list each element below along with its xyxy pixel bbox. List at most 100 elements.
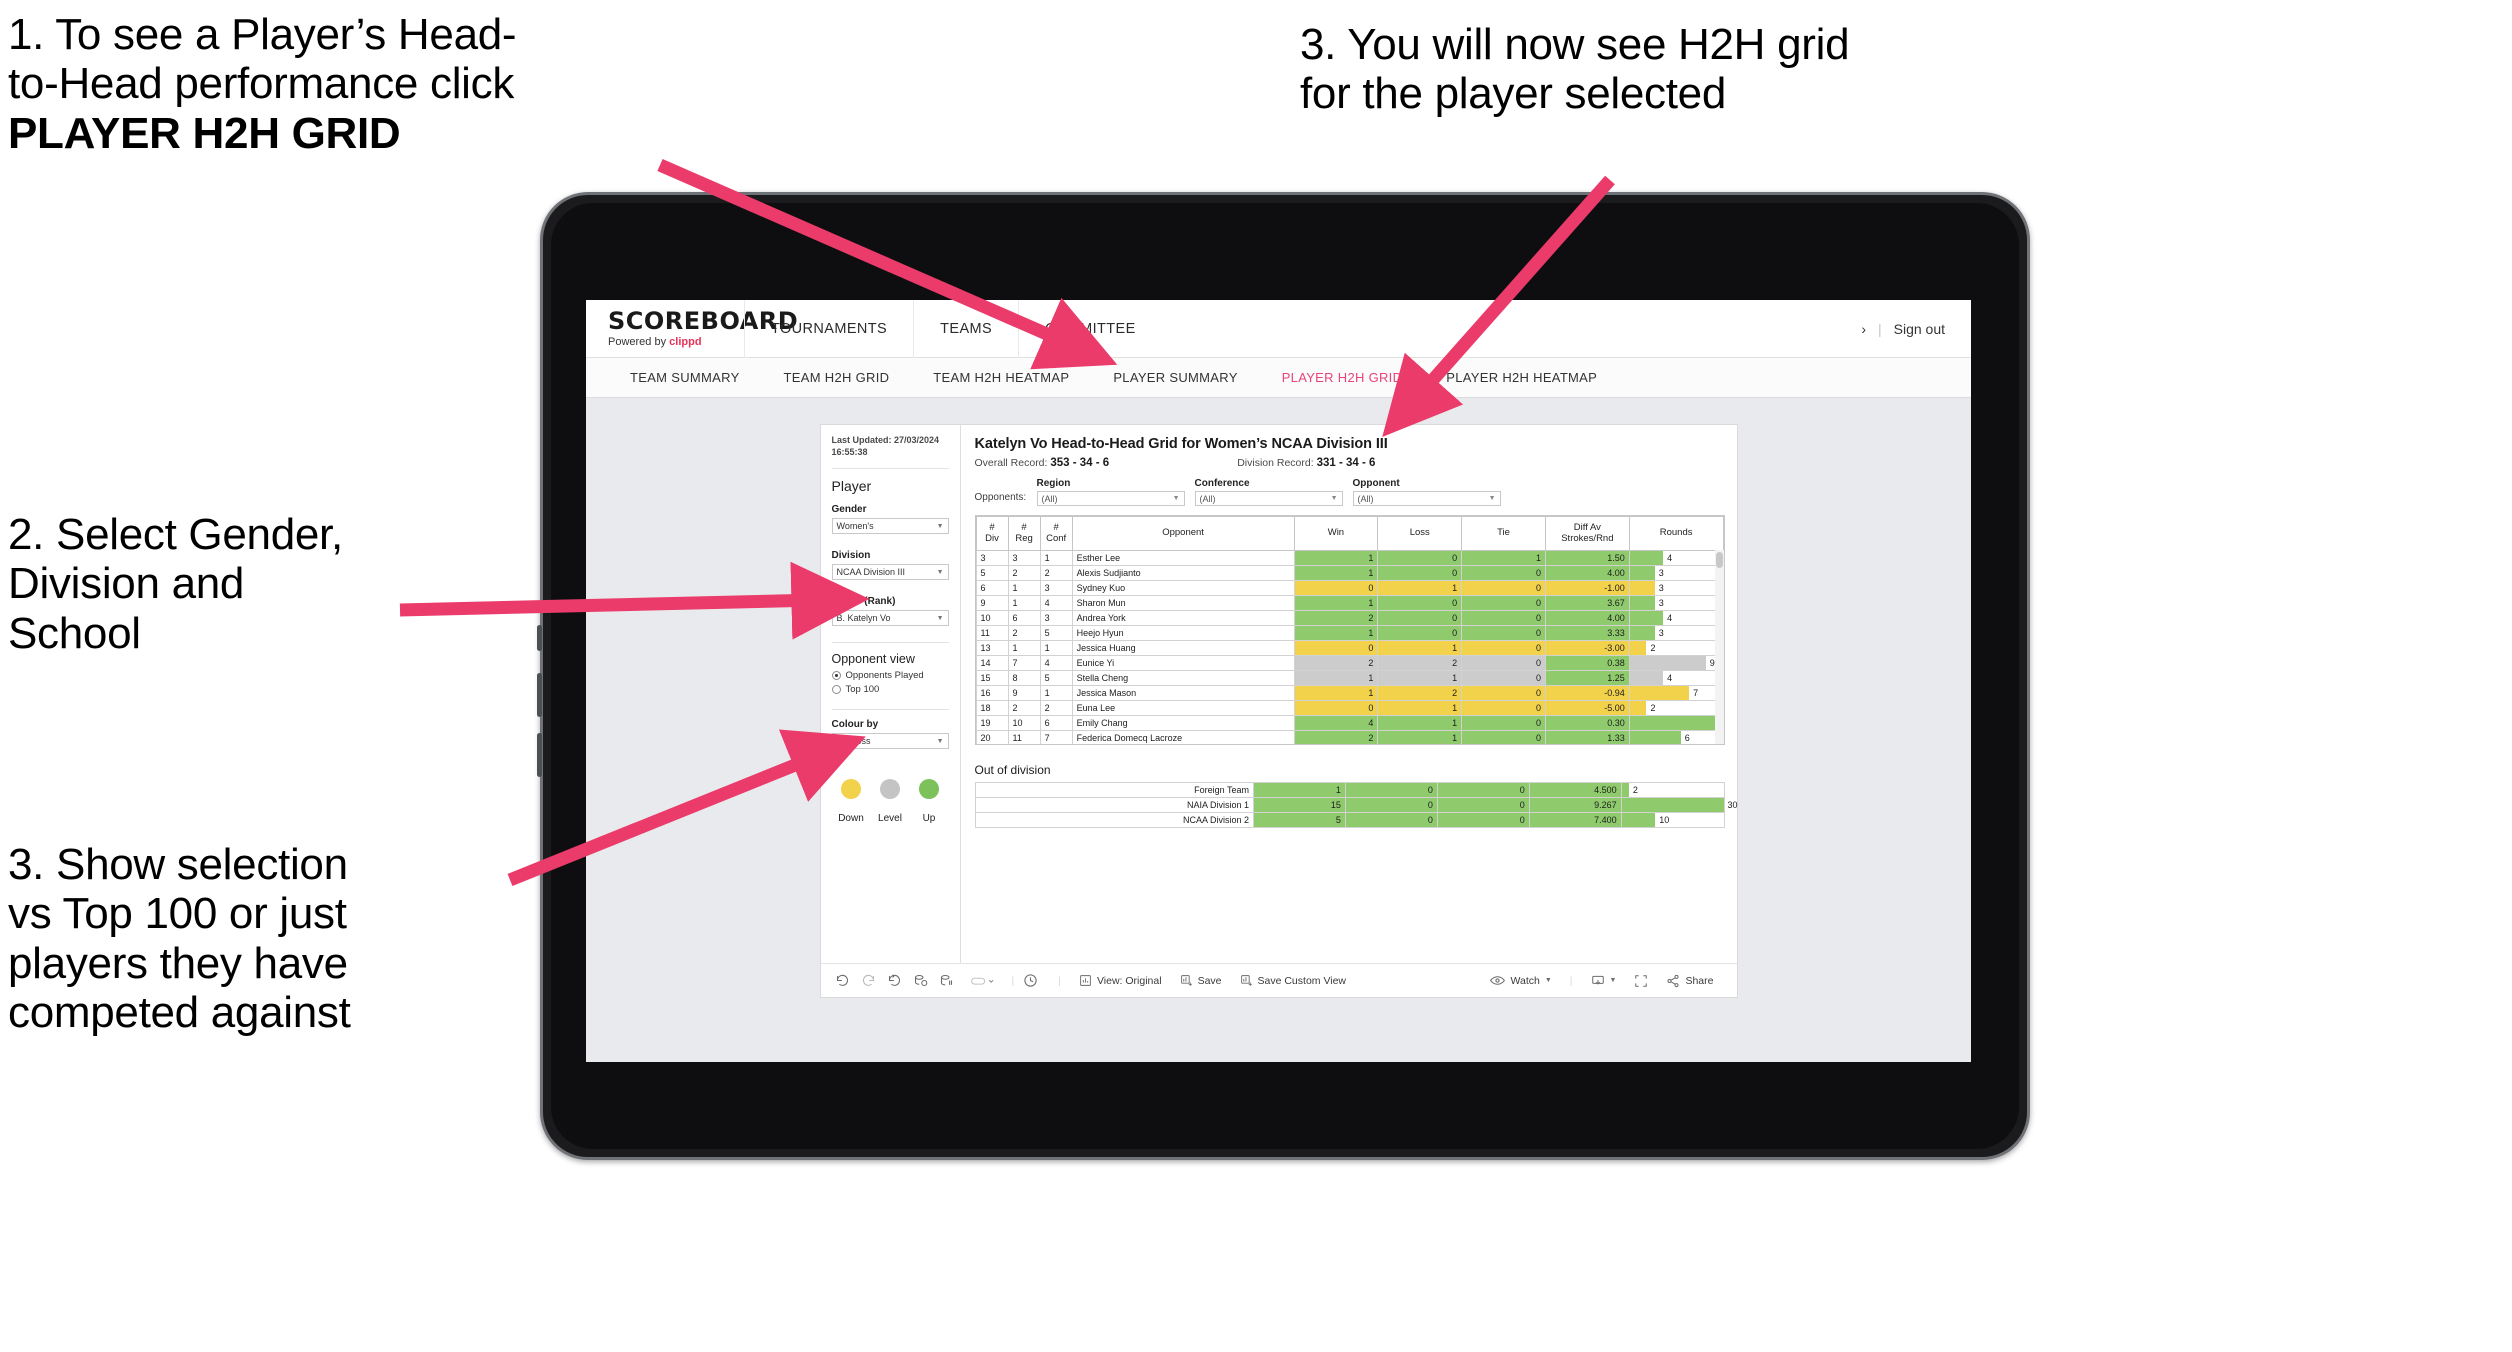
topnav-item-tournaments[interactable]: TOURNAMENTS xyxy=(744,300,913,358)
gender-select[interactable]: Women's ▼ xyxy=(831,518,949,535)
cell-tie: 0 xyxy=(1461,595,1546,611)
cell-ood-diff: 7.400 xyxy=(1528,812,1622,828)
cell-conf: 7 xyxy=(1039,730,1073,744)
out-of-division-row[interactable]: NAIA Division 1 15 0 0 9.267 30 xyxy=(974,797,1738,813)
out-of-division-title: Out of division xyxy=(974,763,1051,777)
cell-opponent: Sydney Kuo xyxy=(1071,580,1295,596)
annotation-step-2: 2. Select Gender, Division and School xyxy=(8,510,528,658)
division-select[interactable]: NCAA Division III ▼ xyxy=(831,564,949,581)
view-dropdown-icon[interactable] xyxy=(965,973,1003,988)
cell-win: 0 xyxy=(1293,580,1379,596)
chevron-down-icon: ▼ xyxy=(936,614,944,622)
col-opponent[interactable]: Opponent xyxy=(1071,516,1295,551)
tab-team-h2h-grid[interactable]: TEAM H2H GRID xyxy=(762,358,912,398)
dashboard-canvas: Last Updated: 27/03/2024 16:55:38 Player… xyxy=(586,398,1971,998)
tab-team-summary[interactable]: TEAM SUMMARY xyxy=(608,358,762,398)
col-conf[interactable]: # Conf xyxy=(1039,516,1073,551)
cell-opponent: Andrea York xyxy=(1071,610,1295,626)
refresh-data-icon[interactable] xyxy=(913,973,939,988)
cell-ood-tie: 0 xyxy=(1436,782,1530,798)
col-win[interactable]: Win xyxy=(1293,516,1379,551)
revert-icon[interactable] xyxy=(887,973,913,988)
cell-opponent: Jessica Huang xyxy=(1071,640,1295,656)
table-row[interactable]: 3 3 1 Esther Lee 1 0 1 1.50 4 xyxy=(975,550,1724,566)
conference-value: (All) xyxy=(1199,493,1216,504)
view-original-button[interactable]: View: Original xyxy=(1070,974,1171,987)
player-rank-select[interactable]: B. Katelyn Vo ▼ xyxy=(831,610,949,627)
table-row[interactable]: 9 1 4 Sharon Mun 1 0 0 3.67 3 xyxy=(975,595,1724,611)
account-chevron-icon[interactable]: › xyxy=(1861,321,1866,337)
undo-icon[interactable] xyxy=(835,973,861,988)
history-icon[interactable] xyxy=(1023,973,1049,988)
table-row[interactable]: 15 8 5 Stella Cheng 1 1 0 1.25 4 xyxy=(975,670,1724,686)
conference-select[interactable]: (All) ▼ xyxy=(1194,491,1343,506)
col-loss[interactable]: Loss xyxy=(1377,516,1463,551)
cell-reg: 1 xyxy=(1007,595,1041,611)
region-select[interactable]: (All) ▼ xyxy=(1036,491,1185,506)
cell-conf: 1 xyxy=(1039,550,1073,566)
rounds-bar xyxy=(1621,798,1724,812)
cell-ood-diff: 9.267 xyxy=(1528,797,1622,813)
rounds-value: 30 xyxy=(1727,800,1738,810)
col-diff[interactable]: Diff Av Strokes/Rnd xyxy=(1544,516,1630,551)
tab-player-summary[interactable]: PLAYER SUMMARY xyxy=(1091,358,1259,398)
table-row[interactable]: 6 1 3 Sydney Kuo 0 1 0 -1.00 3 xyxy=(975,580,1724,596)
redo-icon[interactable] xyxy=(861,973,887,988)
table-row[interactable]: 18 2 2 Euna Lee 0 1 0 -5.00 2 xyxy=(975,700,1724,716)
table-row[interactable]: 16 9 1 Jessica Mason 1 2 0 -0.94 7 xyxy=(975,685,1724,701)
col-reg[interactable]: # Reg xyxy=(1007,516,1041,551)
header-divider: | xyxy=(1877,320,1882,337)
col-tie[interactable]: Tie xyxy=(1461,516,1546,551)
colour-by-select[interactable]: Win/loss ▼ xyxy=(831,733,949,750)
topnav-item-teams[interactable]: TEAMS xyxy=(913,300,1018,358)
share-button[interactable]: Share xyxy=(1657,974,1722,988)
cell-div: 6 xyxy=(975,580,1009,596)
tab-player-h2h-grid[interactable]: PLAYER H2H GRID xyxy=(1260,358,1425,398)
rounds-bar xyxy=(1629,641,1647,655)
table-row[interactable]: 11 2 5 Heejo Hyun 1 0 0 3.33 3 xyxy=(975,625,1724,641)
radio-top-100[interactable]: Top 100 xyxy=(831,684,949,695)
table-row[interactable]: 20 11 7 Federica Domecq Lacroze 2 1 0 1.33 6 xyxy=(975,730,1724,744)
cell-opponent: Emily Chang xyxy=(1071,715,1295,731)
save-custom-view-button[interactable]: Save Custom View xyxy=(1231,974,1356,987)
topnav-item-committee[interactable]: COMMITTEE xyxy=(1018,300,1162,358)
colour-legend: Down Level Up xyxy=(832,779,949,824)
cell-tie: 0 xyxy=(1461,625,1546,641)
opponent-select[interactable]: (All) ▼ xyxy=(1352,491,1501,506)
out-of-division-row[interactable]: NCAA Division 2 5 0 0 7.400 10 xyxy=(974,812,1725,828)
table-row[interactable]: 5 2 2 Alexis Sudjianto 1 0 0 4.00 3 xyxy=(975,565,1724,581)
fullscreen-button[interactable] xyxy=(1625,974,1657,988)
viz-container: Last Updated: 27/03/2024 16:55:38 Player… xyxy=(819,424,1738,998)
watch-button[interactable]: Watch ▼ xyxy=(1481,975,1560,987)
cell-rounds: 3 xyxy=(1628,625,1724,641)
table-row[interactable]: 13 1 1 Jessica Huang 0 1 0 -3.00 2 xyxy=(975,640,1724,656)
sign-out-link[interactable]: Sign out xyxy=(1894,321,1945,337)
cell-div: 5 xyxy=(975,565,1009,581)
rounds-value: 2 xyxy=(1650,643,1656,653)
cell-ood-rounds: 10 xyxy=(1620,812,1725,828)
opponents-label: Opponents: xyxy=(974,492,1027,503)
logo[interactable]: SCOREBOARD Powered by clippd xyxy=(586,309,798,348)
cell-reg: 8 xyxy=(1007,670,1041,686)
table-row[interactable]: 14 7 4 Eunice Yi 2 2 0 0.38 9 xyxy=(975,655,1724,671)
rounds-bar xyxy=(1629,701,1647,715)
out-of-division-row[interactable]: Foreign Team 1 0 0 4.500 2 xyxy=(974,782,1725,798)
save-button[interactable]: Save xyxy=(1171,974,1231,987)
table-row[interactable]: 10 6 3 Andrea York 2 0 0 4.00 4 xyxy=(975,610,1724,626)
rounds-bar xyxy=(1629,566,1655,580)
cell-div: 11 xyxy=(975,625,1009,641)
out-of-division-table: Foreign Team 1 0 0 4.500 2 NAIA Division 1 15 0 0… xyxy=(974,782,1738,828)
cell-rounds: 3 xyxy=(1628,595,1724,611)
radio-opponents-played[interactable]: Opponents Played xyxy=(831,670,949,681)
annotation-2-line-3: School xyxy=(8,608,141,658)
pause-updates-icon[interactable] xyxy=(939,973,965,988)
tab-team-h2h-heatmap[interactable]: TEAM H2H HEATMAP xyxy=(911,358,1091,398)
table-scrollbar-thumb[interactable] xyxy=(1715,552,1723,568)
cell-loss: 0 xyxy=(1377,550,1463,566)
table-scrollbar[interactable] xyxy=(1714,550,1724,744)
tab-player-h2h-heatmap[interactable]: PLAYER H2H HEATMAP xyxy=(1424,358,1619,398)
col-rounds[interactable]: Rounds xyxy=(1628,516,1724,551)
table-row[interactable]: 19106Emily Chang4100.3011 xyxy=(975,715,1724,731)
col-div[interactable]: # Div xyxy=(975,516,1009,551)
device-layout-button[interactable]: ▼ xyxy=(1582,974,1626,988)
